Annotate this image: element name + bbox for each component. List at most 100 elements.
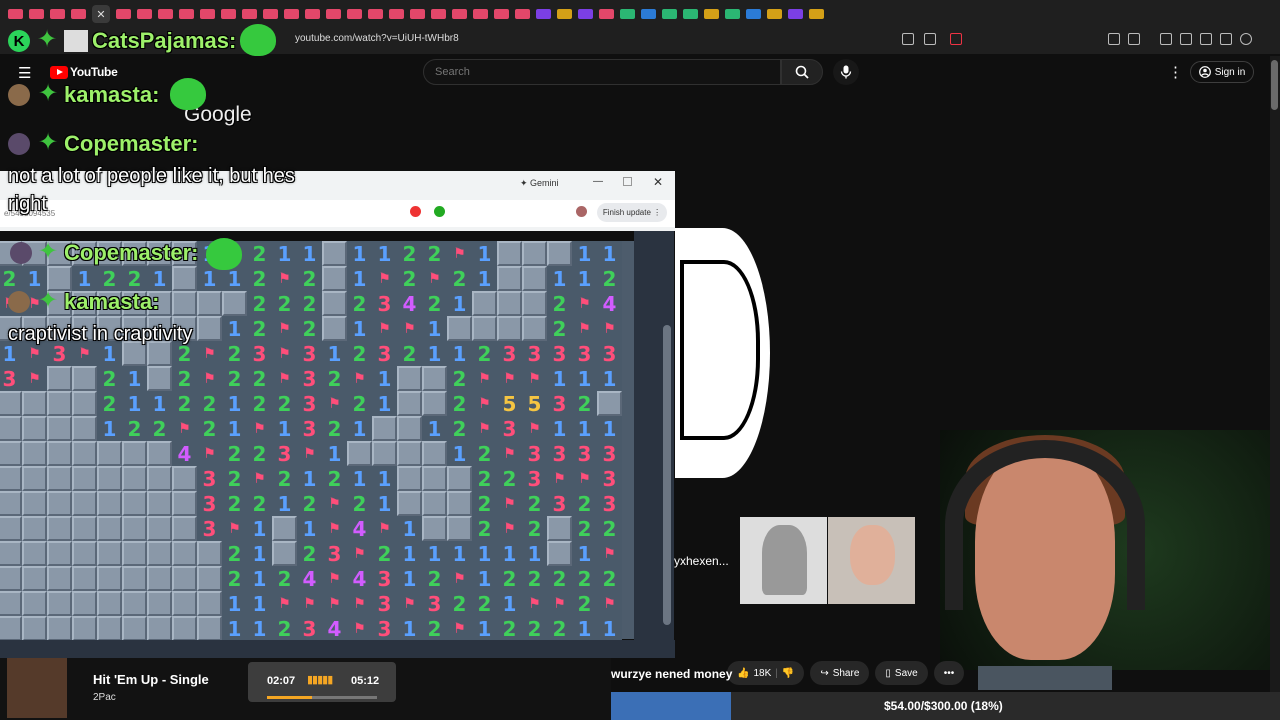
covered-cell[interactable] bbox=[322, 266, 347, 291]
flag-icon[interactable]: ⚑ bbox=[372, 316, 397, 341]
flag-icon[interactable]: ⚑ bbox=[472, 416, 497, 441]
browser-tab[interactable] bbox=[809, 9, 824, 19]
number-cell[interactable]: 1 bbox=[222, 616, 247, 641]
flag-icon[interactable]: ⚑ bbox=[422, 266, 447, 291]
tab-close-icon[interactable]: ✕ bbox=[92, 5, 110, 23]
browser-tab[interactable] bbox=[116, 9, 131, 19]
number-cell[interactable]: 3 bbox=[247, 341, 272, 366]
flag-icon[interactable]: ⚑ bbox=[272, 366, 297, 391]
flag-icon[interactable]: ⚑ bbox=[472, 366, 497, 391]
covered-cell[interactable] bbox=[0, 591, 22, 616]
related-thumbnails[interactable] bbox=[978, 666, 1112, 690]
covered-cell[interactable] bbox=[172, 566, 197, 591]
covered-cell[interactable] bbox=[47, 516, 72, 541]
flag-icon[interactable]: ⚑ bbox=[597, 316, 622, 341]
flag-icon[interactable]: ⚑ bbox=[347, 541, 372, 566]
covered-cell[interactable] bbox=[72, 441, 97, 466]
number-cell[interactable]: 2 bbox=[247, 441, 272, 466]
number-cell[interactable]: 2 bbox=[272, 391, 297, 416]
covered-cell[interactable] bbox=[522, 241, 547, 266]
covered-cell[interactable] bbox=[72, 491, 97, 516]
sidebar-icon[interactable] bbox=[1180, 33, 1192, 45]
browser-tab[interactable] bbox=[305, 9, 320, 19]
number-cell[interactable]: 3 bbox=[297, 366, 322, 391]
flag-icon[interactable]: ⚑ bbox=[497, 441, 522, 466]
covered-cell[interactable] bbox=[397, 466, 422, 491]
covered-cell[interactable] bbox=[0, 391, 22, 416]
number-cell[interactable]: 2 bbox=[472, 491, 497, 516]
flag-icon[interactable]: ⚑ bbox=[322, 591, 347, 616]
number-cell[interactable]: 1 bbox=[422, 341, 447, 366]
number-cell[interactable]: 2 bbox=[297, 291, 322, 316]
number-cell[interactable]: 1 bbox=[297, 516, 322, 541]
covered-cell[interactable] bbox=[72, 566, 97, 591]
covered-cell[interactable] bbox=[397, 416, 422, 441]
flag-icon[interactable]: ⚑ bbox=[197, 341, 222, 366]
number-cell[interactable]: 1 bbox=[122, 391, 147, 416]
number-cell[interactable]: 2 bbox=[97, 366, 122, 391]
covered-cell[interactable] bbox=[547, 241, 572, 266]
browser-tab[interactable] bbox=[347, 9, 362, 19]
number-cell[interactable]: 2 bbox=[222, 491, 247, 516]
number-cell[interactable]: 2 bbox=[597, 266, 622, 291]
flag-icon[interactable]: ⚑ bbox=[522, 416, 547, 441]
number-cell[interactable]: 1 bbox=[447, 291, 472, 316]
covered-cell[interactable] bbox=[272, 516, 297, 541]
covered-cell[interactable] bbox=[47, 491, 72, 516]
covered-cell[interactable] bbox=[422, 491, 447, 516]
flag-icon[interactable]: ⚑ bbox=[547, 466, 572, 491]
browser-tab[interactable] bbox=[389, 9, 404, 19]
flag-icon[interactable]: ⚑ bbox=[247, 416, 272, 441]
covered-cell[interactable] bbox=[397, 491, 422, 516]
covered-cell[interactable] bbox=[97, 441, 122, 466]
covered-cell[interactable] bbox=[447, 466, 472, 491]
covered-cell[interactable] bbox=[97, 566, 122, 591]
number-cell[interactable]: 1 bbox=[597, 416, 622, 441]
number-cell[interactable]: 4 bbox=[397, 291, 422, 316]
flag-icon[interactable]: ⚑ bbox=[197, 366, 222, 391]
number-cell[interactable]: 2 bbox=[447, 416, 472, 441]
number-cell[interactable]: 2 bbox=[322, 366, 347, 391]
number-cell[interactable]: 2 bbox=[372, 541, 397, 566]
covered-cell[interactable] bbox=[0, 516, 22, 541]
browser-tab[interactable] bbox=[746, 9, 761, 19]
number-cell[interactable]: 1 bbox=[247, 566, 272, 591]
covered-cell[interactable] bbox=[22, 616, 47, 641]
number-cell[interactable]: 3 bbox=[547, 491, 572, 516]
flag-icon[interactable]: ⚑ bbox=[497, 491, 522, 516]
number-cell[interactable]: 1 bbox=[322, 441, 347, 466]
board-scrollbar[interactable] bbox=[663, 325, 671, 625]
number-cell[interactable]: 3 bbox=[372, 291, 397, 316]
covered-cell[interactable] bbox=[47, 391, 72, 416]
number-cell[interactable]: 1 bbox=[547, 366, 572, 391]
number-cell[interactable]: 3 bbox=[197, 491, 222, 516]
covered-cell[interactable] bbox=[447, 316, 472, 341]
number-cell[interactable]: 2 bbox=[272, 566, 297, 591]
number-cell[interactable]: 2 bbox=[572, 516, 597, 541]
flag-icon[interactable]: ⚑ bbox=[597, 541, 622, 566]
number-cell[interactable]: 2 bbox=[422, 566, 447, 591]
browser-tab[interactable] bbox=[599, 9, 614, 19]
number-cell[interactable]: 3 bbox=[597, 441, 622, 466]
covered-cell[interactable] bbox=[497, 241, 522, 266]
covered-cell[interactable] bbox=[522, 291, 547, 316]
number-cell[interactable]: 2 bbox=[147, 416, 172, 441]
number-cell[interactable]: 1 bbox=[147, 266, 172, 291]
covered-cell[interactable] bbox=[322, 291, 347, 316]
covered-cell[interactable] bbox=[447, 491, 472, 516]
number-cell[interactable]: 2 bbox=[422, 241, 447, 266]
number-cell[interactable]: 2 bbox=[522, 566, 547, 591]
browser-tab[interactable] bbox=[704, 9, 719, 19]
number-cell[interactable]: 1 bbox=[497, 541, 522, 566]
covered-cell[interactable] bbox=[172, 591, 197, 616]
number-cell[interactable]: 1 bbox=[272, 241, 297, 266]
browser-tab[interactable] bbox=[788, 9, 803, 19]
number-cell[interactable]: 2 bbox=[497, 616, 522, 641]
number-cell[interactable]: 3 bbox=[272, 441, 297, 466]
covered-cell[interactable] bbox=[22, 516, 47, 541]
flag-icon[interactable]: ⚑ bbox=[222, 516, 247, 541]
covered-cell[interactable] bbox=[97, 466, 122, 491]
flag-icon[interactable]: ⚑ bbox=[397, 591, 422, 616]
number-cell[interactable]: 2 bbox=[472, 466, 497, 491]
number-cell[interactable]: 1 bbox=[397, 616, 422, 641]
